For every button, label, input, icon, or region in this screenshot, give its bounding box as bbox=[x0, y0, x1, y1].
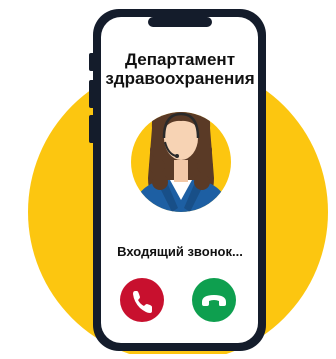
phone-notch bbox=[148, 17, 212, 27]
caller-name-line-1: Департамент bbox=[124, 50, 236, 69]
call-status: Входящий звонок... bbox=[117, 244, 243, 259]
caller-name: Департамент здравоохранения bbox=[100, 50, 260, 88]
accept-call-button[interactable] bbox=[192, 278, 236, 322]
illustration: Департамент здравоохранения Входящий зво… bbox=[0, 0, 336, 359]
decline-call-button[interactable] bbox=[120, 278, 164, 322]
caller-name-line-2: здравоохранения bbox=[105, 69, 255, 88]
phone-hangup-icon bbox=[120, 278, 164, 322]
phone-answer-icon bbox=[192, 278, 236, 322]
